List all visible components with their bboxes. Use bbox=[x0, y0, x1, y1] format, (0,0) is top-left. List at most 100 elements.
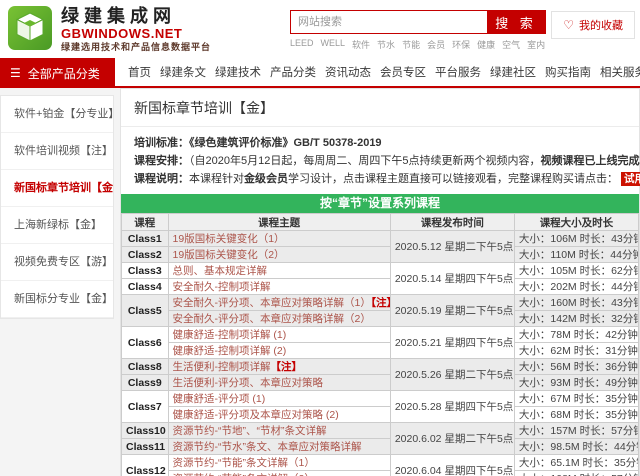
course-size-cell: 大小：68M 时长：35分钟 bbox=[513, 406, 640, 423]
search-button[interactable]: 搜 索 bbox=[487, 11, 545, 33]
course-size-cell: 大小：67M 时长：35分钟 bbox=[513, 390, 640, 407]
course-topic-link[interactable]: 资源节约-“节地”、“节材”条文详解 bbox=[167, 422, 391, 439]
course-topic-link[interactable]: 19版国标关键变化（2） bbox=[167, 246, 391, 263]
nav-item[interactable]: 产品分类 bbox=[270, 64, 316, 80]
nav-item[interactable]: 绿建社区 bbox=[490, 64, 536, 80]
course-topic-link[interactable]: 生活便利-评分项、本章应对策略 bbox=[167, 374, 391, 391]
course-topic-link[interactable]: 健康舒适-评分项 (1) bbox=[167, 390, 391, 407]
course-topic-link[interactable]: 资源节约-“节水”条文、本章应对策略详解 bbox=[167, 438, 391, 455]
hot-keyword-link[interactable]: 空气 bbox=[502, 38, 520, 51]
table-row: Class7 健康舒适-评分项 (1) 2020.5.28 星期四下午5点 大小：67… bbox=[121, 390, 640, 423]
table-row: Class4 安全耐久-控制项详解 大小：202M 时长：44分钟 bbox=[121, 278, 640, 295]
course-topic-link[interactable]: 资源节约-“节能”条文详解（1） bbox=[167, 454, 391, 471]
course-topic-link[interactable]: 安全耐久-评分项、本章应对策略详解（2） bbox=[167, 310, 391, 327]
course-size-cell: 大小：110M 时长：44分钟 bbox=[513, 246, 640, 263]
nav-items: 首页绿建条文绿建技术产品分类资讯动态会员专区平台服务绿建社区购买指南相关服务 bbox=[128, 58, 640, 86]
trial-member-badge[interactable]: 试用会员（周） bbox=[621, 172, 640, 186]
hot-keyword-link[interactable]: 软件 bbox=[352, 38, 370, 51]
table-row: Class2 19版国标关键变化（2） 大小：110M 时长：44分钟 bbox=[121, 246, 640, 263]
schedule-label: 课程安排： bbox=[134, 155, 189, 167]
nav-item[interactable]: 绿建条文 bbox=[160, 64, 206, 80]
site-logo[interactable]: 绿建集成网 GBWINDOWS.NET 绿建选用技术和产品信息数据平台 bbox=[8, 6, 211, 53]
course-size-cell: 大小：108M 时长：57分钟 bbox=[513, 470, 640, 476]
standard-label: 培训标准： bbox=[134, 137, 189, 149]
hamburger-icon: ☰ bbox=[10, 66, 21, 80]
description-text2: 学习设计，点击课程主题直接可以链接观看，完整课程购买请点击： bbox=[288, 173, 618, 185]
hot-keyword-link[interactable]: 环保 bbox=[452, 38, 470, 51]
course-class-cell: Class1 bbox=[121, 230, 169, 247]
sidebar-item[interactable]: 新国标章节培训【金】 bbox=[1, 170, 113, 207]
course-class-cell: Class3 bbox=[121, 262, 169, 279]
hot-keyword-link[interactable]: 节能 bbox=[402, 38, 420, 51]
all-categories-label: 全部产品分类 bbox=[27, 66, 100, 81]
nav-item[interactable]: 平台服务 bbox=[435, 64, 481, 80]
table-row: 健康舒适-控制项详解 (2) 大小：62M 时长：31分钟 bbox=[122, 342, 640, 359]
course-topic-link[interactable]: 生活便利-控制项详解【注】 bbox=[167, 358, 391, 375]
sidebar-item[interactable]: 视频免费专区【游】 bbox=[1, 244, 113, 281]
course-size-cell: 大小：98.5M 时长：44分钟 bbox=[513, 438, 640, 455]
hot-keyword-link[interactable]: WELL bbox=[321, 38, 346, 51]
table-row: 健康舒适-评分项及本章应对策略 (2) 大小：68M 时长：35分钟 bbox=[122, 406, 640, 423]
site-header: 绿建集成网 GBWINDOWS.NET 绿建选用技术和产品信息数据平台 搜 索 … bbox=[0, 0, 640, 58]
course-topic-link[interactable]: 19版国标关键变化（1） bbox=[167, 230, 391, 247]
sidebar-item[interactable]: 新国标分专业【金】 bbox=[1, 281, 113, 318]
content: 软件+铂金【分专业】 软件培训视频【注】 新国标章节培训【金】 上海新绿标【金】 视频免… bbox=[0, 88, 640, 476]
favorites-button[interactable]: ♡ 我的收藏 bbox=[551, 11, 635, 39]
course-size-cell: 大小：93M 时长：49分钟 bbox=[513, 374, 640, 391]
hot-keyword-link[interactable]: 室内 bbox=[527, 38, 545, 51]
course-date-cell: 2020.5.26 星期二下午5点 bbox=[389, 358, 515, 391]
course-size-cell: 大小：106M 时长：43分钟 bbox=[513, 230, 640, 247]
hot-keyword-link[interactable]: 健康 bbox=[477, 38, 495, 51]
course-topic-link[interactable]: 健康舒适-评分项及本章应对策略 (2) bbox=[167, 406, 391, 423]
course-table: 课程 课程主题 课程发布时间 课程大小及时长 Class1 19版国标关键变化（1） 20… bbox=[121, 213, 640, 476]
sidebar-menu: 软件+铂金【分专业】 软件培训视频【注】 新国标章节培训【金】 上海新绿标【金】 视频免… bbox=[0, 95, 114, 319]
course-topic-link[interactable]: 健康舒适-控制项详解 (2) bbox=[167, 342, 391, 359]
course-table-body: Class1 19版国标关键变化（1） 2020.5.12 星期二下午5点 大小：10… bbox=[121, 230, 640, 476]
course-topic-link[interactable]: 资源节约-“节能”条文详解（2） bbox=[167, 470, 391, 476]
table-column-header: 课程主题 bbox=[167, 213, 391, 231]
table-row: Class11 资源节约-“节水”条文、本章应对策略详解 大小：98.5M 时长：4… bbox=[121, 438, 640, 455]
hot-keyword-link[interactable]: 会员 bbox=[427, 38, 445, 51]
course-date-cell: 2020.5.12 星期二下午5点 bbox=[389, 230, 515, 263]
sidebar-item[interactable]: 上海新绿标【金】 bbox=[1, 207, 113, 244]
description-label: 课程说明： bbox=[134, 173, 189, 185]
course-topic-link[interactable]: 安全耐久-评分项、本章应对策略详解（1）【注】 bbox=[167, 294, 391, 311]
nav-item[interactable]: 购买指南 bbox=[545, 64, 591, 80]
hot-keyword-link[interactable]: 节水 bbox=[377, 38, 395, 51]
table-row: Class6 健康舒适-控制项详解 (1) 2020.5.21 星期四下午5点 大小：… bbox=[121, 326, 640, 359]
course-size-cell: 大小：65.1M 时长：35分钟 bbox=[513, 454, 640, 471]
course-date-cell: 2020.5.21 星期四下午5点 bbox=[389, 326, 515, 359]
sidebar-item[interactable]: 软件培训视频【注】 bbox=[1, 133, 113, 170]
course-date-cell: 2020.5.14 星期四下午5点 bbox=[389, 262, 515, 295]
standard-value: 《绿色建筑评价标准》GB/T 50378-2019 bbox=[189, 137, 382, 149]
nav-item[interactable]: 首页 bbox=[128, 64, 151, 80]
search-input[interactable] bbox=[291, 11, 487, 33]
nav-item[interactable]: 相关服务 bbox=[600, 64, 640, 80]
table-column-header: 课程 bbox=[121, 213, 169, 231]
nav-item[interactable]: 会员专区 bbox=[380, 64, 426, 80]
table-row: 安全耐久-评分项、本章应对策略详解（2） 大小：142M 时长：32分钟 bbox=[122, 310, 640, 327]
search-area: 搜 索 LEED WELL 软件节水节能会员环保健康空气室内 bbox=[290, 10, 546, 51]
course-class-cell: Class2 bbox=[121, 246, 169, 263]
site-tagline: 绿建选用技术和产品信息数据平台 bbox=[61, 42, 212, 52]
nav-item[interactable]: 绿建技术 bbox=[215, 64, 261, 80]
course-date-cell: 2020.5.19 星期二下午5点 bbox=[389, 294, 515, 327]
series-banner: 按“章节”设置系列课程 bbox=[121, 194, 639, 213]
hot-keyword-link[interactable]: LEED bbox=[290, 38, 314, 51]
course-class-cell: Class5 bbox=[121, 294, 169, 327]
course-topic-link[interactable]: 安全耐久-控制项详解 bbox=[167, 278, 391, 295]
site-domain: GBWINDOWS.NET bbox=[61, 26, 183, 41]
course-date-cell: 2020.6.02 星期二下午5点 bbox=[389, 422, 515, 455]
course-topic-link[interactable]: 健康舒适-控制项详解 (1) bbox=[167, 326, 391, 343]
info-schedule: 课程安排：（自2020年5月12日起，每周周二、周四下午5点持续更新两个视频内容… bbox=[134, 152, 640, 170]
course-topic-link[interactable]: 总则、基本规定详解 bbox=[167, 262, 391, 279]
sidebar-item[interactable]: 软件+铂金【分专业】 bbox=[1, 96, 113, 133]
schedule-text: （自2020年5月12日起，每周周二、周四下午5点持续更新两个视频内容， bbox=[189, 155, 541, 167]
info-description: 课程说明：本课程针对金级会员学习设计，点击课程主题直接可以链接观看，完整课程购买… bbox=[134, 170, 640, 188]
nav-item[interactable]: 资讯动态 bbox=[325, 64, 371, 80]
description-highlight: 金级会员 bbox=[244, 173, 288, 185]
course-class-cell: Class12 bbox=[121, 454, 169, 476]
course-size-cell: 大小：160M 时长：43分钟 bbox=[513, 294, 640, 311]
all-categories-button[interactable]: ☰ 全部产品分类 bbox=[0, 58, 115, 88]
course-size-cell: 大小：105M 时长：62分钟 bbox=[513, 262, 640, 279]
